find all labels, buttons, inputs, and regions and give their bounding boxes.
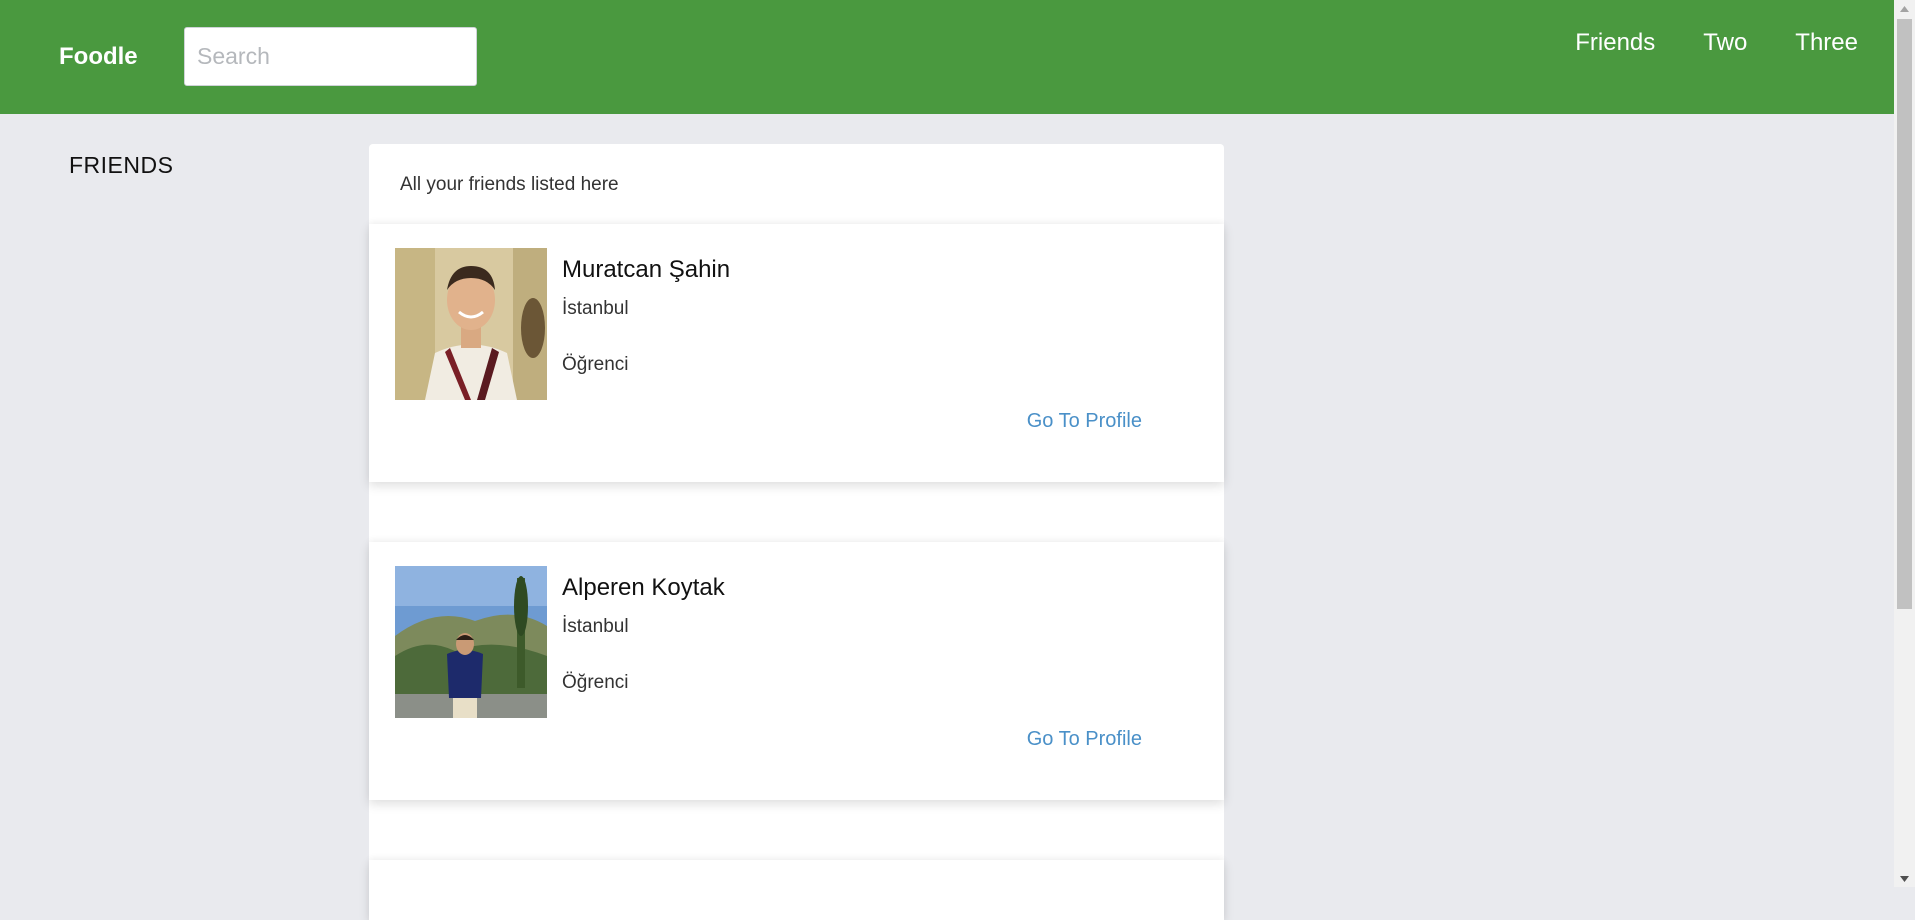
- friend-card: Alperen Koytak İstanbul Öğrenci Go To Pr…: [369, 542, 1224, 800]
- scroll-thumb[interactable]: [1897, 19, 1912, 609]
- friend-avatar: [395, 566, 547, 718]
- friends-panel: All your friends listed here Muratcan Şa…: [369, 144, 1224, 920]
- friend-occupation: Öğrenci: [562, 672, 629, 693]
- search-input[interactable]: [184, 27, 477, 86]
- friend-card: Muratcan Şahin İstanbul Öğrenci Go To Pr…: [369, 224, 1224, 482]
- nav-link-friends[interactable]: Friends: [1575, 29, 1655, 57]
- friend-city: İstanbul: [562, 616, 629, 637]
- go-to-profile-link[interactable]: Go To Profile: [1027, 728, 1142, 751]
- friend-name: Alperen Koytak: [562, 574, 725, 601]
- panel-header: All your friends listed here: [400, 174, 619, 195]
- brand-logo[interactable]: Foodle: [59, 43, 138, 71]
- go-to-profile-link[interactable]: Go To Profile: [1027, 410, 1142, 433]
- friend-city: İstanbul: [562, 298, 629, 319]
- friend-card: [369, 860, 1224, 920]
- nav-link-two[interactable]: Two: [1703, 29, 1747, 57]
- friend-avatar: [395, 248, 547, 400]
- sidebar-title: FRIENDS: [69, 152, 174, 178]
- friend-occupation: Öğrenci: [562, 354, 629, 375]
- vertical-scrollbar[interactable]: [1894, 0, 1915, 887]
- nav-link-three[interactable]: Three: [1795, 29, 1858, 57]
- scroll-down-arrow-icon[interactable]: [1894, 870, 1915, 887]
- friend-name: Muratcan Şahin: [562, 256, 731, 283]
- top-navbar: Foodle Friends Two Three: [0, 0, 1894, 114]
- scroll-up-arrow-icon[interactable]: [1894, 0, 1915, 17]
- nav-links: Friends Two Three: [1575, 29, 1858, 57]
